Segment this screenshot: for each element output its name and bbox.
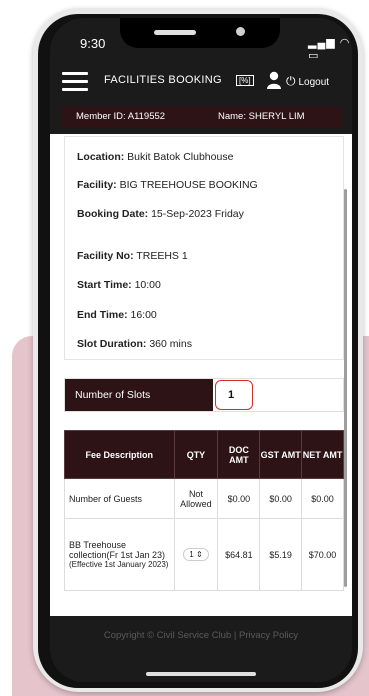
- slot-duration-line: Slot Duration: 360 mins: [77, 338, 192, 350]
- camera-dot: [236, 27, 245, 36]
- col-gst-amt: GST AMT: [259, 430, 303, 479]
- booking-info-box: Location: Bukit Batok Clubhouse Facility…: [64, 136, 344, 360]
- member-bar: Member ID: A119552 Name: SHERYL LIM: [62, 106, 342, 128]
- fee-net: $0.00: [301, 478, 344, 519]
- fee-desc: BB Treehouse collection(Fr 1st Jan 23) (…: [64, 518, 175, 591]
- footer-text[interactable]: Copyright © Civil Service Club | Privacy…: [50, 630, 352, 641]
- fee-table-header-row: Fee Description QTY DOC AMT GST AMT NET …: [64, 430, 344, 479]
- member-id: Member ID: A119552: [76, 111, 166, 122]
- home-indicator[interactable]: [146, 672, 256, 676]
- logout-button[interactable]: ⏻ Logout: [286, 74, 329, 89]
- booking-content[interactable]: Location: Bukit Batok Clubhouse Facility…: [50, 134, 352, 616]
- qty-stepper[interactable]: 1 ⇕: [183, 548, 209, 561]
- booking-date-line: Booking Date: 15-Sep-2023 Friday: [77, 208, 244, 220]
- app-header: FACILITIES BOOKING [%] ⏻ Logout: [50, 58, 352, 108]
- fee-desc: Number of Guests: [64, 478, 175, 519]
- col-qty: QTY: [173, 430, 219, 479]
- fee-doc: $0.00: [217, 478, 261, 519]
- table-row: Number of Guests Not Allowed $0.00 $0.00…: [64, 478, 344, 519]
- end-time-line: End Time: 16:00: [77, 309, 157, 321]
- col-doc-amt: DOC AMT: [217, 430, 261, 479]
- power-icon: ⏻: [286, 74, 296, 88]
- col-net-amt: NET AMT: [301, 430, 344, 479]
- speaker-bar: [154, 30, 196, 35]
- slots-input[interactable]: 1: [215, 380, 253, 410]
- fee-qty: 1 ⇕: [173, 518, 219, 591]
- header-title: FACILITIES BOOKING: [104, 74, 222, 86]
- fee-desc-sub: (Effective 1st January 2023): [69, 560, 169, 569]
- status-time: 9:30: [80, 36, 106, 51]
- table-row: BB Treehouse collection(Fr 1st Jan 23) (…: [64, 518, 344, 591]
- status-bar: 9:30 ▂▄▆ ◠ ▭: [50, 18, 352, 62]
- fee-doc: $64.81: [217, 518, 261, 591]
- percent-icon[interactable]: [%]: [236, 75, 254, 86]
- logout-label: Logout: [298, 77, 330, 88]
- member-name: Name: SHERYL LIM: [218, 111, 305, 122]
- facility-no-line: Facility No: TREEHS 1: [77, 250, 188, 262]
- fee-table: Fee Description QTY DOC AMT GST AMT NET …: [64, 430, 344, 591]
- fee-qty: Not Allowed: [173, 478, 219, 519]
- stepper-icon: ⇕: [195, 550, 203, 559]
- user-icon[interactable]: [266, 71, 282, 89]
- fee-gst: $0.00: [259, 478, 303, 519]
- scrollbar[interactable]: [344, 189, 347, 587]
- location-line: Location: Bukit Batok Clubhouse: [77, 151, 234, 163]
- start-time-line: Start Time: 10:00: [77, 279, 161, 291]
- fee-desc-main: BB Treehouse collection(Fr 1st Jan 23): [69, 540, 166, 560]
- hamburger-icon[interactable]: [62, 72, 88, 92]
- footer: Copyright © Civil Service Club | Privacy…: [50, 616, 352, 682]
- col-fee-description: Fee Description: [64, 430, 175, 479]
- facility-line: Facility: BIG TREEHOUSE BOOKING: [77, 179, 258, 191]
- fee-net: $70.00: [301, 518, 344, 591]
- slots-row: Number of Slots 1: [64, 378, 344, 412]
- phone-screen: 9:30 ▂▄▆ ◠ ▭ FACILITIES BOOKING [%] ⏻ Log…: [50, 18, 352, 682]
- fee-gst: $5.19: [259, 518, 303, 591]
- slots-label: Number of Slots: [65, 379, 213, 411]
- notch: [120, 18, 280, 48]
